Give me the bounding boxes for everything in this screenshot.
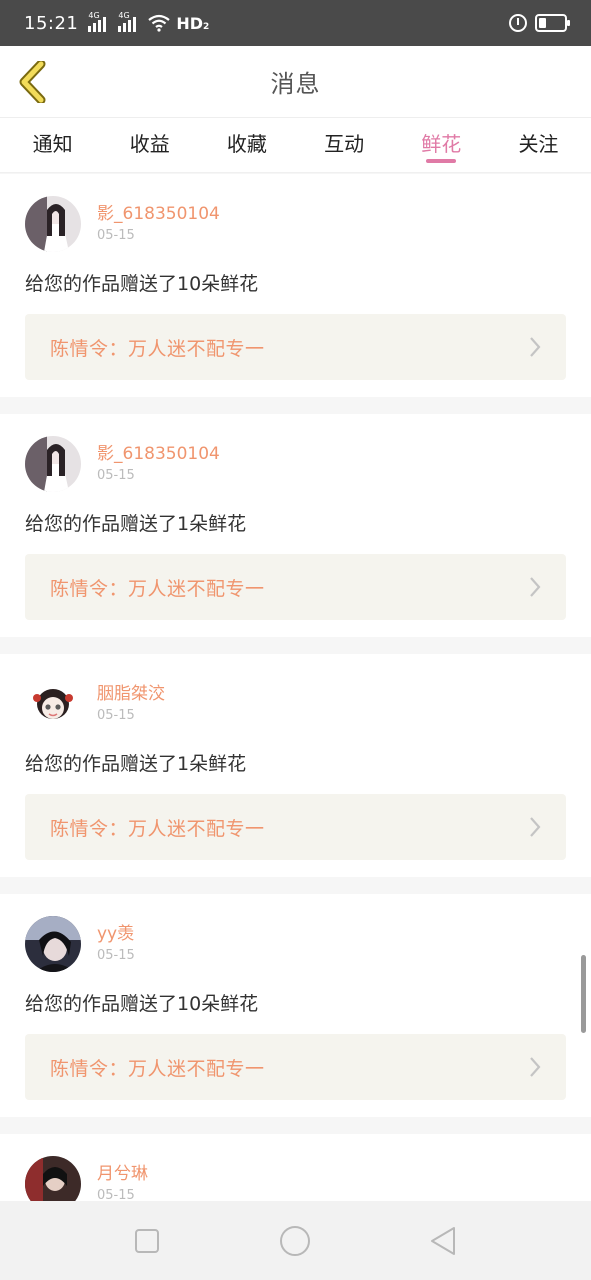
work-link[interactable]: 陈情令：万人迷不配专一 bbox=[25, 794, 566, 860]
tab-interactions[interactable]: 互动 bbox=[296, 118, 393, 172]
tab-notifications[interactable]: 通知 bbox=[4, 118, 101, 172]
list-item: 胭脂桀洨 05-15 给您的作品赠送了1朵鲜花 陈情令：万人迷不配专一 bbox=[0, 654, 591, 877]
message-date: 05-15 bbox=[97, 708, 135, 723]
back-button[interactable] bbox=[10, 58, 54, 106]
back-nav-button[interactable] bbox=[425, 1223, 461, 1259]
avatar[interactable] bbox=[25, 196, 81, 252]
work-link[interactable]: 陈情令：万人迷不配专一 bbox=[25, 314, 566, 380]
work-title: 陈情令：万人迷不配专一 bbox=[50, 577, 265, 600]
signal-icon: 4G bbox=[88, 11, 107, 32]
message-text: 给您的作品赠送了1朵鲜花 bbox=[25, 513, 247, 535]
username[interactable]: 胭脂桀洨 bbox=[97, 683, 165, 705]
network-type-label: 4G bbox=[88, 11, 100, 20]
username[interactable]: 影_618350104 bbox=[97, 203, 220, 225]
username[interactable]: 影_618350104 bbox=[97, 443, 220, 465]
avatar[interactable] bbox=[25, 1156, 81, 1201]
message-text: 给您的作品赠送了10朵鲜花 bbox=[25, 993, 259, 1015]
tab-label: 收益 bbox=[129, 132, 170, 156]
tab-earnings[interactable]: 收益 bbox=[101, 118, 198, 172]
network-type-label-2: 4G bbox=[118, 11, 130, 20]
tab-favorites[interactable]: 收藏 bbox=[198, 118, 295, 172]
status-time: 15:21 bbox=[24, 12, 79, 34]
work-title: 陈情令：万人迷不配专一 bbox=[50, 1057, 265, 1080]
message-list[interactable]: 影_618350104 05-15 给您的作品赠送了10朵鲜花 陈情令：万人迷不… bbox=[0, 174, 591, 1201]
tab-label: 互动 bbox=[324, 132, 365, 156]
tab-bar: 通知 收益 收藏 互动 鲜花 关注 bbox=[0, 118, 591, 173]
message-date: 05-15 bbox=[97, 948, 135, 963]
signal-icon-2: 4G bbox=[118, 11, 137, 32]
active-tab-indicator bbox=[426, 159, 457, 163]
triangle-back-icon bbox=[431, 1227, 455, 1255]
chevron-right-icon bbox=[530, 817, 541, 837]
avatar[interactable] bbox=[25, 676, 81, 732]
message-date: 05-15 bbox=[97, 468, 135, 483]
tab-label: 关注 bbox=[518, 132, 559, 156]
avatar[interactable] bbox=[25, 436, 81, 492]
system-nav-bar bbox=[0, 1201, 591, 1280]
tab-label: 通知 bbox=[32, 132, 73, 156]
status-bar: 15:21 4G 4G HD2 bbox=[0, 0, 591, 46]
work-link[interactable]: 陈情令：万人迷不配专一 bbox=[25, 1034, 566, 1100]
work-title: 陈情令：万人迷不配专一 bbox=[50, 817, 265, 840]
username[interactable]: yy羡 bbox=[97, 923, 135, 945]
avatar[interactable] bbox=[25, 916, 81, 972]
work-title: 陈情令：万人迷不配专一 bbox=[50, 337, 265, 360]
list-item: 月兮琳 05-15 bbox=[0, 1134, 591, 1201]
battery-icon bbox=[535, 14, 570, 32]
tab-flowers[interactable]: 鲜花 bbox=[393, 118, 490, 172]
wifi-icon bbox=[148, 14, 171, 32]
tab-label: 鲜花 bbox=[421, 132, 462, 156]
work-link[interactable]: 陈情令：万人迷不配专一 bbox=[25, 554, 566, 620]
page-title: 消息 bbox=[270, 70, 321, 98]
list-item: 影_618350104 05-15 给您的作品赠送了1朵鲜花 陈情令：万人迷不配… bbox=[0, 414, 591, 637]
status-icons: 4G 4G HD2 bbox=[88, 11, 210, 33]
scrollbar[interactable] bbox=[581, 955, 586, 1033]
message-text: 给您的作品赠送了1朵鲜花 bbox=[25, 753, 247, 775]
recents-button[interactable] bbox=[129, 1223, 165, 1259]
home-button[interactable] bbox=[277, 1223, 313, 1259]
hd-label: HD2 bbox=[176, 13, 210, 33]
tab-label: 收藏 bbox=[226, 132, 267, 156]
tab-following[interactable]: 关注 bbox=[490, 118, 587, 172]
chevron-right-icon bbox=[530, 577, 541, 597]
status-right bbox=[509, 14, 570, 32]
message-text: 给您的作品赠送了10朵鲜花 bbox=[25, 273, 259, 295]
square-recents-icon bbox=[135, 1229, 159, 1253]
chevron-left-icon bbox=[19, 61, 46, 103]
message-date: 05-15 bbox=[97, 1188, 135, 1201]
alarm-icon bbox=[509, 14, 527, 32]
circle-home-icon bbox=[280, 1226, 310, 1256]
list-item: 影_618350104 05-15 给您的作品赠送了10朵鲜花 陈情令：万人迷不… bbox=[0, 174, 591, 397]
message-date: 05-15 bbox=[97, 228, 135, 243]
chevron-right-icon bbox=[530, 337, 541, 357]
list-item: yy羡 05-15 给您的作品赠送了10朵鲜花 陈情令：万人迷不配专一 bbox=[0, 894, 591, 1117]
chevron-right-icon bbox=[530, 1057, 541, 1077]
username[interactable]: 月兮琳 bbox=[97, 1163, 148, 1185]
header: 消息 bbox=[0, 46, 591, 118]
